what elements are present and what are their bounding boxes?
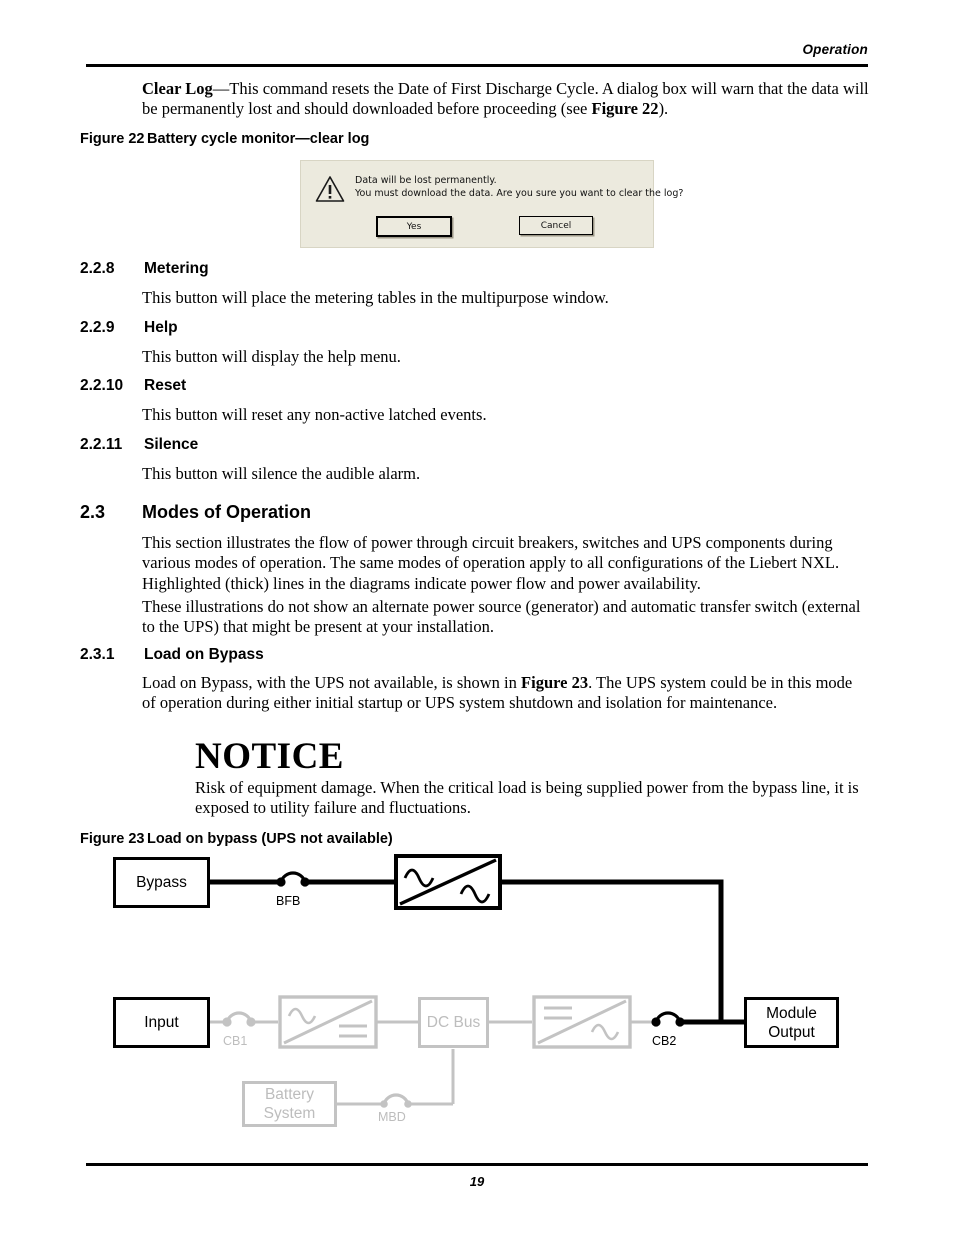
block-bypass: Bypass — [113, 857, 210, 908]
breaker-label-mbd: MBD — [378, 1110, 406, 1124]
figure-23-diagram — [210, 854, 744, 1108]
breaker-mbd-icon — [380, 1093, 412, 1108]
block-module-output: Module Output — [744, 997, 839, 1048]
breaker-cb2-icon — [651, 1011, 685, 1027]
document-page: Operation Clear Log—This command resets … — [0, 0, 954, 1235]
block-dc-bus: DC Bus — [418, 997, 489, 1048]
footer-rule — [86, 1163, 868, 1166]
breaker-label-bfb: BFB — [276, 894, 301, 908]
page-number: 19 — [469, 1174, 485, 1189]
block-battery-system: Battery System — [242, 1081, 337, 1127]
ac-ac-converter-icon — [394, 854, 502, 910]
breaker-label-cb2: CB2 — [652, 1034, 677, 1048]
ac-dc-rectifier-icon — [278, 995, 378, 1049]
block-input: Input — [113, 997, 210, 1048]
breaker-cb1-icon — [222, 1011, 256, 1027]
breaker-label-cb1: CB1 — [223, 1034, 248, 1048]
dc-ac-inverter-icon — [532, 995, 632, 1049]
breaker-bfb-icon — [276, 871, 310, 887]
